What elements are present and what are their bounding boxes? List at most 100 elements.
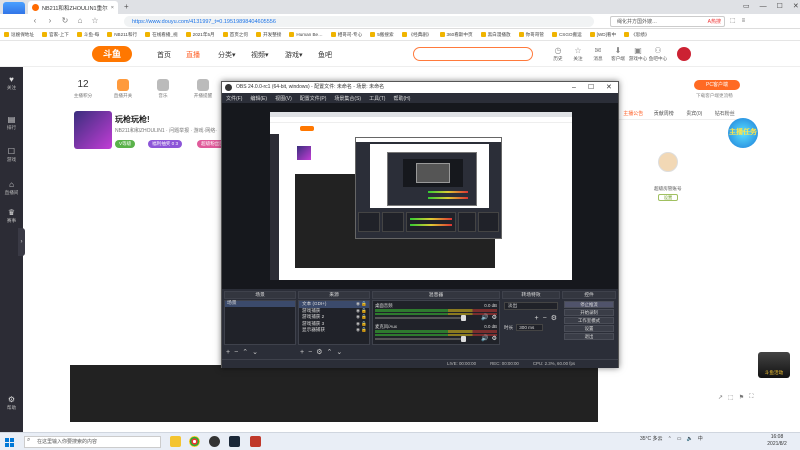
hot-search-tag[interactable]: A热搜: [708, 18, 721, 25]
top-icon-1[interactable]: ☆ 关注: [568, 45, 588, 62]
settings-button[interactable]: 设置: [564, 325, 614, 332]
gear-icon[interactable]: ⚙: [551, 314, 557, 322]
rail-item-4[interactable]: ♛ 赛事: [0, 208, 23, 224]
bookmark-item[interactable]: NB211和行: [107, 32, 137, 38]
home-icon[interactable]: ⌂: [75, 16, 85, 25]
moderator-avatar[interactable]: [658, 152, 678, 172]
douyu-search-input[interactable]: [413, 47, 533, 61]
obs-close-icon[interactable]: ✕: [606, 82, 612, 93]
studio-mode-button[interactable]: 工作室模式: [564, 317, 614, 324]
tab-diamond-fans[interactable]: 钻石粉丝: [710, 110, 741, 117]
bookmark-item[interactable]: 你哥哥管: [519, 32, 544, 38]
transition-select[interactable]: 淡出: [504, 302, 558, 310]
remove-icon[interactable]: −: [543, 315, 547, 322]
bookmark-item[interactable]: 开发整接: [256, 32, 281, 38]
obs-minimize-icon[interactable]: –: [572, 82, 576, 93]
top-icon-5[interactable]: ⚇ 鱼吧中心: [648, 45, 668, 62]
rail-collapse-icon[interactable]: ›: [18, 228, 25, 256]
streamer-avatar[interactable]: [74, 111, 112, 149]
bookmark-item[interactable]: 《思绩》: [624, 32, 649, 38]
bookmark-item[interactable]: 2021年5月: [186, 32, 215, 38]
add-icon[interactable]: +: [535, 315, 539, 322]
top-icon-4[interactable]: ▣ 游戏中心: [628, 45, 648, 62]
bookmark-item[interactable]: 官家-上下: [42, 32, 69, 38]
obs-menu-item[interactable]: 编辑(E): [250, 95, 267, 102]
obs-menu-item[interactable]: 场景集合(S): [334, 95, 361, 102]
obs-taskbar-icon[interactable]: [209, 436, 220, 447]
volume-slider[interactable]: [375, 338, 465, 340]
rail-item-3[interactable]: ⌂ 直播间: [0, 180, 23, 196]
maximize-icon[interactable]: ☐: [777, 2, 783, 10]
tab-vip[interactable]: 贵宾(0): [679, 110, 710, 117]
bookmark-item[interactable]: 在线看播_视: [145, 32, 178, 38]
top-icon-0[interactable]: ◷ 历史: [548, 45, 568, 62]
obs-menu-item[interactable]: 工具(T): [369, 95, 385, 102]
star-icon[interactable]: ☆: [90, 16, 100, 25]
obs-menu-item[interactable]: 文件(F): [226, 95, 242, 102]
volume-slider-handle[interactable]: [461, 315, 466, 321]
obs-preview-canvas[interactable]: [270, 112, 572, 280]
taskbar-clock[interactable]: 16:08 2021/8/2: [758, 434, 796, 448]
rail-item-5[interactable]: ⚙ 帮助: [0, 395, 23, 411]
steam-icon[interactable]: [229, 436, 240, 447]
eye-icon[interactable]: ◉ 🔒: [356, 327, 367, 334]
close-tab-icon[interactable]: ×: [111, 5, 114, 11]
tray-up-icon[interactable]: ⌃: [668, 436, 672, 442]
close-icon[interactable]: ✕: [793, 2, 799, 10]
browser-tab[interactable]: NB211和和ZHOULIN1重尔 ×: [28, 1, 118, 14]
douyu-logo[interactable]: 斗鱼: [92, 46, 132, 62]
tag-lottery[interactable]: 福利抽奖 0 3: [148, 140, 183, 148]
bookmark-item[interactable]: 逗嫂保地址: [4, 32, 34, 38]
top-icon-2[interactable]: ✉ 消息: [588, 45, 608, 62]
file-explorer-icon[interactable]: [170, 436, 181, 447]
tag-level[interactable]: V等级: [115, 140, 136, 148]
restore-icon[interactable]: —: [760, 3, 767, 10]
weather-text[interactable]: 35°C 多云: [640, 435, 663, 442]
move-down-icon[interactable]: ⌄: [252, 348, 258, 356]
move-down-icon[interactable]: ⌄: [336, 348, 342, 356]
scene-item[interactable]: 场景: [225, 301, 295, 307]
share-icon[interactable]: ↗: [718, 394, 723, 401]
remove-icon[interactable]: −: [308, 349, 312, 356]
gear-icon[interactable]: ⚙: [492, 314, 497, 321]
top-icon-3[interactable]: ⬇ 客户端: [608, 45, 628, 62]
new-tab-button[interactable]: +: [124, 2, 129, 11]
bookmark-item[interactable]: 360看斯中页: [440, 32, 473, 38]
app-icon[interactable]: [250, 436, 261, 447]
nav-games[interactable]: 游戏▾: [285, 50, 303, 60]
minimize-icon[interactable]: ▭: [743, 2, 750, 10]
source-item[interactable]: 显示器捕获 ◉ 🔒: [299, 327, 369, 334]
move-up-icon[interactable]: ⌃: [242, 348, 248, 356]
back-icon[interactable]: ‹: [30, 16, 40, 25]
add-icon[interactable]: +: [300, 349, 304, 356]
taskbar-search-input[interactable]: 在这里输入你要搜索的内容: [24, 436, 161, 448]
bookmark-item[interactable]: 黑白漫播放: [481, 32, 511, 38]
browser-search-input[interactable]: 绳化井方国外嫂… A热搜: [610, 16, 725, 27]
task-badge[interactable]: 主播任务: [728, 118, 758, 148]
pc-client-button[interactable]: PC客户端: [694, 80, 740, 90]
report-icon[interactable]: ⚑: [739, 394, 744, 401]
rail-item-0[interactable]: ♥ 关注: [0, 75, 23, 91]
reload-icon[interactable]: ↻: [60, 16, 70, 25]
extensions-icon[interactable]: ⬚: [730, 17, 736, 24]
gear-icon[interactable]: ⚙: [316, 348, 322, 356]
nav-video[interactable]: 视频▾: [251, 50, 269, 60]
chrome-icon[interactable]: [189, 436, 200, 447]
url-field[interactable]: https://www.douyu.com/4131997_t=0.195198…: [124, 16, 594, 27]
bookmark-item[interactable]: [WD]看中: [590, 32, 616, 38]
duration-input[interactable]: 300 ms: [516, 324, 544, 331]
obs-maximize-icon[interactable]: ☐: [588, 82, 594, 93]
moderator-settings-button[interactable]: 设置: [658, 194, 678, 201]
obs-menu-item[interactable]: 帮助(H): [393, 95, 410, 102]
volume-slider-handle[interactable]: [461, 336, 466, 342]
nav-home[interactable]: 首页: [157, 50, 171, 60]
bookmark-item[interactable]: Human Be…: [289, 32, 322, 37]
tab-announcement[interactable]: 主播公告: [618, 110, 649, 117]
speaker-icon[interactable]: 🔊: [481, 335, 488, 342]
volume-slider[interactable]: [375, 317, 465, 319]
add-icon[interactable]: +: [226, 349, 230, 356]
volume-icon[interactable]: 🔈: [687, 436, 693, 442]
remove-icon[interactable]: −: [234, 349, 238, 356]
obs-menu-item[interactable]: 视图(V): [275, 95, 292, 102]
nav-yuba[interactable]: 鱼吧: [318, 50, 332, 60]
